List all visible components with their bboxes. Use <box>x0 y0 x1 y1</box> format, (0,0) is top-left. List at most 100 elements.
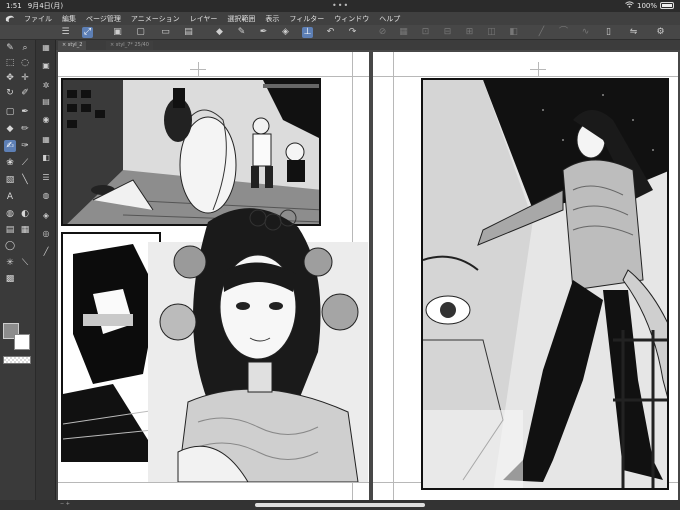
rectangle-icon[interactable]: ▢ <box>4 106 16 118</box>
pencil-icon[interactable]: ✍ <box>4 140 16 152</box>
grid-icon[interactable]: ▦ <box>19 224 31 236</box>
menu-animation[interactable]: アニメーション <box>131 14 180 24</box>
flip-icon[interactable]: ⇋ <box>628 27 639 38</box>
crosshair-icon[interactable]: ✛ <box>19 72 31 84</box>
fill-selection-icon[interactable]: ▦ <box>398 27 409 38</box>
image-icon[interactable]: ▤ <box>40 96 52 108</box>
brush-icon[interactable]: ✏ <box>19 123 31 135</box>
battery-icon <box>660 2 674 9</box>
ruler-icon[interactable]: ⟋ <box>19 157 31 169</box>
undo-icon[interactable]: ↶ <box>325 27 336 38</box>
lasso-icon[interactable]: ◌ <box>19 57 31 69</box>
menu-edit[interactable]: 編集 <box>62 14 76 24</box>
tab-styl-2[interactable]: × styl_2 <box>58 41 87 50</box>
eyedropper-icon[interactable]: ✐ <box>19 87 31 99</box>
pen-icon[interactable]: ╱ <box>40 246 52 258</box>
canvas-area[interactable] <box>56 50 680 500</box>
text-icon[interactable]: A <box>4 191 16 203</box>
dropper-icon[interactable]: ✒ <box>258 27 269 38</box>
curve-correct-icon[interactable]: ⌒ <box>558 27 569 38</box>
zoom-out-icon[interactable]: − <box>60 501 64 507</box>
selection-layer-icon[interactable]: ◫ <box>486 27 497 38</box>
crop-mark <box>530 69 546 70</box>
menu-view[interactable]: 表示 <box>265 14 279 24</box>
pen-nib-icon[interactable]: ✒ <box>19 106 31 118</box>
hamburger-menu-icon[interactable]: ☰ <box>60 27 71 38</box>
bleed-guide <box>58 482 369 483</box>
bucket-icon[interactable]: ◍ <box>4 208 16 220</box>
menu-selection[interactable]: 選択範囲 <box>227 14 255 24</box>
tone-icon[interactable]: ▩ <box>4 273 16 285</box>
rotate-icon[interactable]: ↻ <box>4 87 16 99</box>
shapes-icon[interactable]: ◉ <box>40 114 52 126</box>
clear-icon[interactable]: ⊘ <box>377 27 388 38</box>
stroke-selection-icon[interactable]: ◧ <box>508 27 519 38</box>
decoration-icon[interactable]: ✳ <box>4 257 16 269</box>
menu-window[interactable]: ウィンドウ <box>334 14 369 24</box>
star-icon[interactable]: ✲ <box>40 80 52 92</box>
bleed-guide <box>58 76 369 77</box>
eraser-icon[interactable]: ◆ <box>4 123 16 135</box>
menu-file[interactable]: ファイル <box>24 14 52 24</box>
tab-styl-7[interactable]: × styl_7* 25/40 <box>106 41 153 50</box>
open-folder-icon[interactable]: ▭ <box>160 27 171 38</box>
correct-line-icon[interactable]: ⟍ <box>19 257 31 269</box>
settings-icon[interactable]: ⚙ <box>655 27 666 38</box>
grid-icon[interactable]: ▦ <box>40 134 52 146</box>
save-icon[interactable]: ▤ <box>183 27 194 38</box>
move-icon[interactable]: ✥ <box>4 72 16 84</box>
manga-page-right[interactable] <box>373 52 678 500</box>
crop-icon[interactable]: ⊡ <box>420 27 431 38</box>
menu-help[interactable]: ヘルプ <box>379 14 400 24</box>
redo-icon[interactable]: ↷ <box>347 27 358 38</box>
blend-icon[interactable]: ❀ <box>4 157 16 169</box>
sub-color-swatch[interactable] <box>14 334 30 350</box>
airbrush-icon[interactable]: ✑ <box>19 140 31 152</box>
invert-selection-icon[interactable]: ⊞ <box>464 27 475 38</box>
document-tab-bar: × styl_2 × styl_7* 25/40 <box>56 40 680 50</box>
layer-icon[interactable]: ▦ <box>40 42 52 54</box>
status-time: 1:51 <box>6 2 22 10</box>
list-icon[interactable]: ☰ <box>40 172 52 184</box>
app-logo-icon[interactable] <box>4 14 16 24</box>
device-icon[interactable]: ▯ <box>603 27 614 38</box>
zoom-in-icon[interactable]: + <box>66 501 70 507</box>
menu-filter[interactable]: フィルター <box>289 14 324 24</box>
canvas-icon[interactable]: ▣ <box>112 27 123 38</box>
speech-bubble-icon[interactable]: ◯ <box>4 240 16 252</box>
stack-icon[interactable]: ◈ <box>40 210 52 222</box>
pen-icon[interactable]: ✎ <box>236 27 247 38</box>
manga-page-left[interactable] <box>58 52 369 500</box>
line-icon[interactable]: ╲ <box>19 174 31 186</box>
zoom-controls[interactable]: − + <box>60 501 70 507</box>
pen-icon[interactable]: ✎ <box>4 42 16 54</box>
menu-page[interactable]: ページ管理 <box>86 14 121 24</box>
sub-tool-strip: ▦ ▣ ✲ ▤ ◉ ▦ ◧ ☰ ◍ ◈ ◎ ╱ <box>36 40 56 510</box>
bleed-guide <box>373 76 678 77</box>
transform-icon[interactable]: ⤢ <box>82 27 93 38</box>
menu-layer[interactable]: レイヤー <box>190 14 218 24</box>
gradient-icon[interactable]: ◐ <box>19 208 31 220</box>
fill-icon[interactable]: ◈ <box>280 27 291 38</box>
menu-bar: ファイル 編集 ページ管理 アニメーション レイヤー 選択範囲 表示 フィルター… <box>0 12 680 25</box>
eraser-icon[interactable]: ◆ <box>214 27 225 38</box>
palette-icon[interactable]: ◍ <box>40 190 52 202</box>
wifi-icon <box>625 1 634 10</box>
line-correct-icon[interactable]: ╱ <box>536 27 547 38</box>
adjust-icon[interactable]: ◧ <box>40 152 52 164</box>
ruler-snap-icon[interactable]: ⊥ <box>302 27 313 38</box>
frame-icon[interactable]: ▤ <box>4 224 16 236</box>
clip-studio-app: 1:51 9月4日(月) ••• 100% ファイル 編集 ページ管理 アニメー… <box>0 0 680 510</box>
multitask-dots[interactable]: ••• <box>332 1 349 10</box>
magnifier-icon[interactable]: ⌕ <box>19 42 31 54</box>
pressure-icon[interactable]: ∿ <box>580 27 591 38</box>
new-file-icon[interactable]: ▢ <box>135 27 146 38</box>
select-icon[interactable]: ⬚ <box>4 57 16 69</box>
transparent-color-swatch[interactable] <box>3 356 31 364</box>
home-indicator[interactable] <box>255 503 425 507</box>
deselect-icon[interactable]: ⊟ <box>442 27 453 38</box>
page-icon[interactable]: ▣ <box>40 60 52 72</box>
navigator-icon[interactable]: ◎ <box>40 228 52 240</box>
figure-icon[interactable]: ▧ <box>4 174 16 186</box>
command-bar: ☰ ⤢ ▣ ▢ ▭ ▤ ◆ ✎ ✒ ◈ ⊥ ↶ ↷ ⊘ ▦ ⊡ ⊟ ⊞ ◫ ◧ … <box>0 25 680 40</box>
